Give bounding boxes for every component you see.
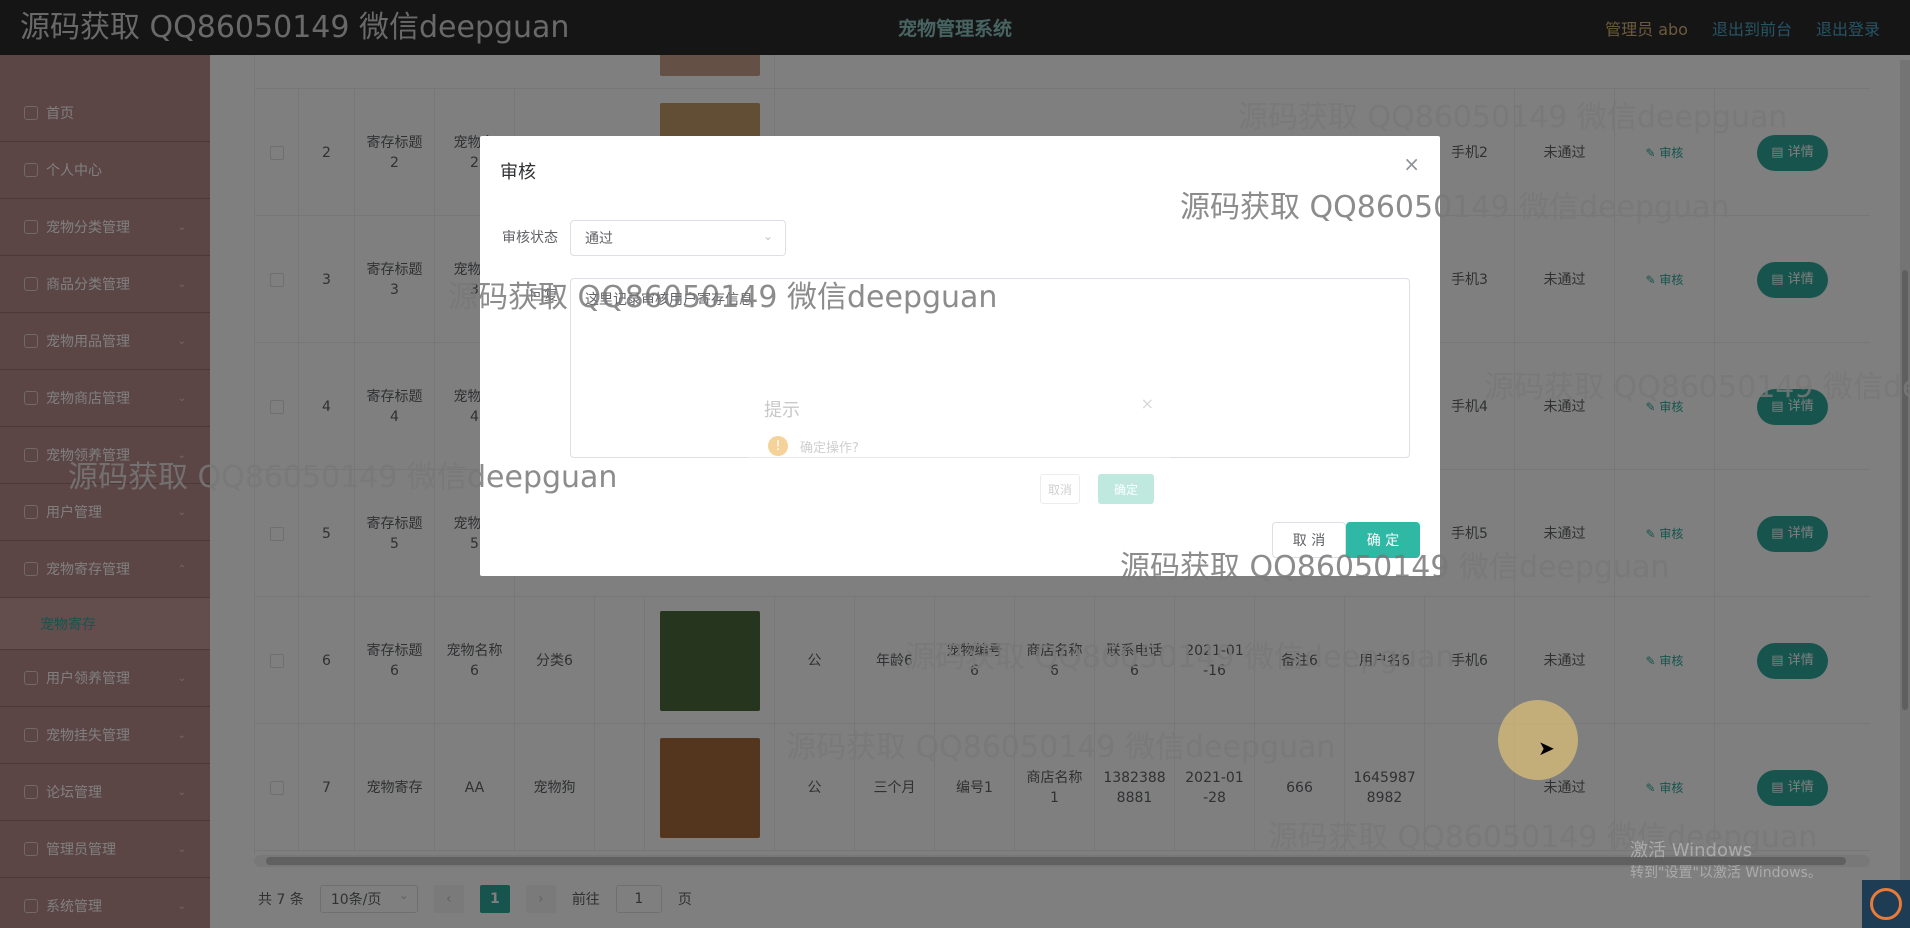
dialog-title: 审核	[500, 162, 536, 183]
confirm-message-box: 提示 × ! 确定操作? 取消 确定	[748, 382, 1170, 518]
message-text: 确定操作?	[800, 441, 859, 456]
message-title: 提示	[764, 400, 800, 421]
reply-label: 回复	[530, 288, 558, 304]
chevron-down-icon: ⌄	[762, 229, 773, 243]
confirm-button[interactable]: 确 定	[1346, 522, 1420, 558]
mouse-cursor-icon: ➤	[1538, 736, 1555, 760]
message-cancel-button[interactable]: 取消	[1040, 474, 1080, 504]
status-select[interactable]: 通过 ⌄	[570, 220, 786, 256]
message-confirm-button[interactable]: 确定	[1098, 474, 1154, 504]
warning-icon: !	[768, 436, 788, 456]
status-label: 审核状态	[502, 230, 558, 246]
close-icon[interactable]: ×	[1141, 394, 1154, 413]
windows-activation-notice: 激活 Windows 转到"设置"以激活 Windows。	[1630, 840, 1822, 881]
app-logo-icon[interactable]	[1862, 880, 1910, 928]
cancel-button[interactable]: 取 消	[1272, 522, 1346, 558]
close-icon[interactable]: ×	[1403, 152, 1420, 176]
